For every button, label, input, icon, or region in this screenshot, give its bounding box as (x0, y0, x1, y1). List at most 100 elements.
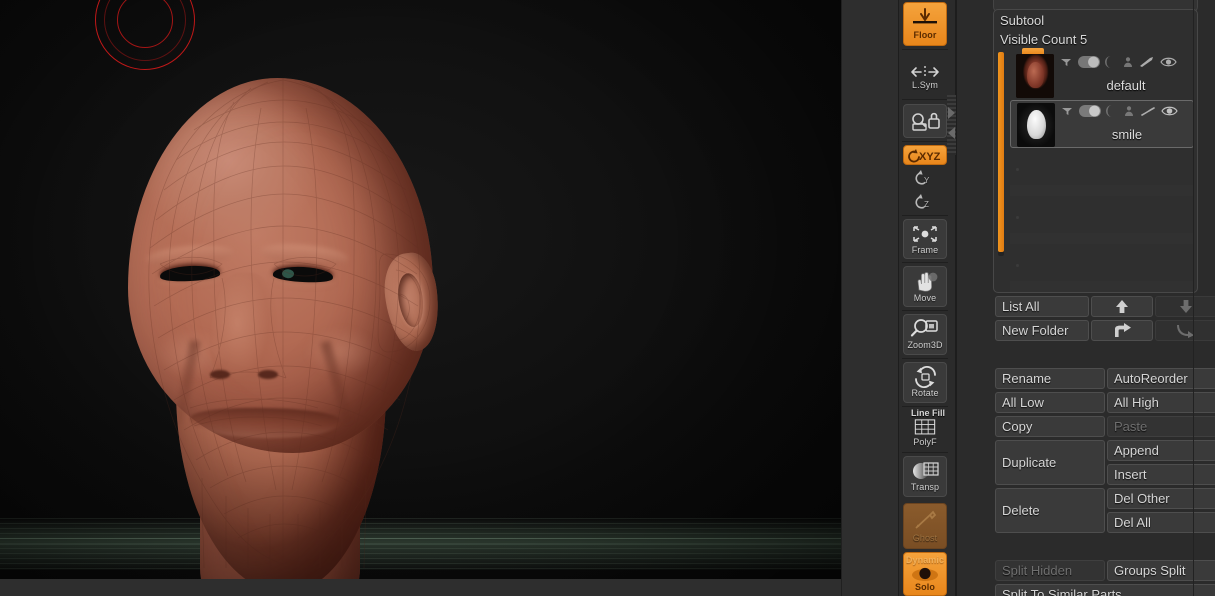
dynamic-label: Dynamic (905, 554, 945, 565)
local-symmetry-button[interactable]: L.Sym (903, 58, 947, 96)
eyedropper-icon[interactable] (1060, 55, 1073, 73)
solo-icon (912, 567, 938, 581)
del-other-button[interactable]: Del Other (1107, 488, 1215, 509)
rotate-button[interactable]: Rotate (903, 362, 947, 403)
right-shelf-toolbar: Floor L.Sym XYZ Y Z Frame Move Zoom3D Ro… (898, 0, 956, 596)
svg-text:XYZ: XYZ (919, 151, 941, 163)
group-out-button[interactable] (1155, 320, 1215, 341)
local-symmetry-icon (911, 65, 939, 78)
delete-button[interactable]: Delete (995, 488, 1105, 533)
subtool-palette-panel: Subtool Visible Count 5 default smile Li… (956, 0, 1215, 596)
transparency-icon (913, 462, 939, 480)
up-arrow-icon (1116, 300, 1128, 313)
visible-count: Visible Count 5 (1000, 32, 1087, 47)
split-hidden-button[interactable]: Split Hidden (995, 560, 1105, 581)
toggle-pill-icon[interactable] (1078, 55, 1100, 73)
person-icon[interactable] (1122, 55, 1134, 73)
rotate-y-button[interactable]: Y (903, 168, 947, 188)
smile-thumbnail[interactable] (1017, 103, 1055, 147)
visible-count-label: Visible Count (1000, 32, 1077, 47)
eye-icon[interactable] (1161, 104, 1178, 122)
all-low-button[interactable]: All Low (995, 392, 1105, 413)
default-thumbnail[interactable] (1016, 54, 1054, 98)
lock-camera-button[interactable] (903, 104, 947, 138)
subtool-list-scrollbar[interactable] (998, 52, 1004, 256)
panel-divider (1193, 0, 1194, 596)
del-all-button[interactable]: Del All (1107, 512, 1215, 533)
solo-button[interactable]: Dynamic Solo (903, 552, 947, 596)
floor-label: Floor (913, 29, 937, 40)
frame-button[interactable]: Frame (903, 219, 947, 259)
rotate-icon (915, 366, 936, 389)
half-circle-icon[interactable] (1106, 104, 1118, 122)
viewport-bottom-bar (0, 579, 841, 596)
subtool-row-empty[interactable] (1010, 148, 1194, 196)
down-arrow-icon (1180, 300, 1192, 313)
line-fill-label: Line Fill (910, 408, 945, 418)
subtool-row-icons (1060, 56, 1190, 72)
floor-button[interactable]: Floor (903, 2, 947, 46)
subtool-row-default[interactable]: default (1010, 52, 1194, 100)
brush-stroke-icon[interactable] (1140, 104, 1156, 122)
solo-label: Solo (915, 582, 935, 592)
group-in-button[interactable] (1091, 320, 1153, 341)
all-high-button[interactable]: All High (1107, 392, 1215, 413)
subtool-list[interactable]: default smile (998, 48, 1194, 292)
subtool-row-smile[interactable]: smile (1010, 100, 1194, 148)
polyframe-button[interactable]: PolyF (903, 418, 947, 448)
copy-button[interactable]: Copy (995, 416, 1105, 437)
3d-viewport[interactable] (0, 0, 841, 579)
chevron-left-icon (948, 127, 955, 139)
move-up-button[interactable] (1091, 296, 1153, 317)
subtool-card: Subtool Visible Count 5 default smile (993, 9, 1198, 293)
canvas-margin (841, 0, 898, 596)
transparency-button[interactable]: Transp (903, 456, 947, 497)
rotate-label: Rotate (911, 388, 939, 399)
transparency-label: Transp (910, 482, 940, 493)
subtool-row-icons (1061, 105, 1191, 121)
move-hand-icon (917, 272, 938, 292)
zoom3d-label: Zoom3D (907, 340, 943, 351)
subtool-name: default (1106, 78, 1146, 93)
move-button[interactable]: Move (903, 266, 947, 307)
duplicate-button[interactable]: Duplicate (995, 440, 1105, 485)
arrow-turn-right-icon (1115, 323, 1131, 337)
eyedropper-icon[interactable] (1061, 104, 1074, 122)
split-to-similar-parts-button[interactable]: Split To Similar Parts (995, 584, 1215, 596)
subtool-row-empty[interactable] (1010, 244, 1194, 292)
subtool-name: smile (1111, 127, 1143, 142)
ghost-icon (915, 510, 937, 529)
insert-button[interactable]: Insert (1107, 464, 1215, 485)
floor-icon (913, 7, 937, 24)
ghost-button[interactable]: Ghost (903, 503, 947, 549)
zbrush-window: Floor L.Sym XYZ Y Z Frame Move Zoom3D Ro… (0, 0, 1215, 596)
svg-text:Z: Z (924, 200, 929, 209)
toggle-pill-icon[interactable] (1079, 104, 1101, 122)
xyz-rotate-button[interactable]: XYZ (903, 145, 947, 165)
eye-icon[interactable] (1160, 55, 1177, 73)
brush-stroke-icon[interactable] (1139, 55, 1155, 73)
rotate-y-icon: Y (915, 170, 930, 185)
auto-reorder-button[interactable]: AutoReorder (1107, 368, 1215, 389)
head-sculpt-model[interactable] (118, 78, 458, 579)
paste-button[interactable]: Paste (1107, 416, 1215, 437)
subtool-title: Subtool (1000, 13, 1045, 28)
groups-split-button[interactable]: Groups Split (1107, 560, 1215, 581)
chevron-right-icon (948, 107, 955, 119)
list-all-button[interactable]: List All (995, 296, 1089, 317)
shelf-collapse-handle[interactable] (947, 95, 956, 155)
move-label: Move (913, 292, 937, 303)
frame-label: Frame (911, 244, 939, 255)
append-button[interactable]: Append (1107, 440, 1215, 461)
zoom3d-button[interactable]: Zoom3D (903, 314, 947, 355)
new-folder-button[interactable]: New Folder (995, 320, 1089, 341)
move-down-button[interactable] (1155, 296, 1215, 317)
frame-icon (913, 226, 937, 242)
rotate-z-button[interactable]: Z (903, 192, 947, 212)
subtool-row-empty[interactable] (1010, 196, 1194, 244)
rotate-z-icon: Z (915, 194, 929, 209)
person-icon[interactable] (1123, 104, 1135, 122)
rename-button[interactable]: Rename (995, 368, 1105, 389)
polyframe-label: PolyF (913, 436, 937, 447)
half-circle-icon[interactable] (1105, 55, 1117, 73)
